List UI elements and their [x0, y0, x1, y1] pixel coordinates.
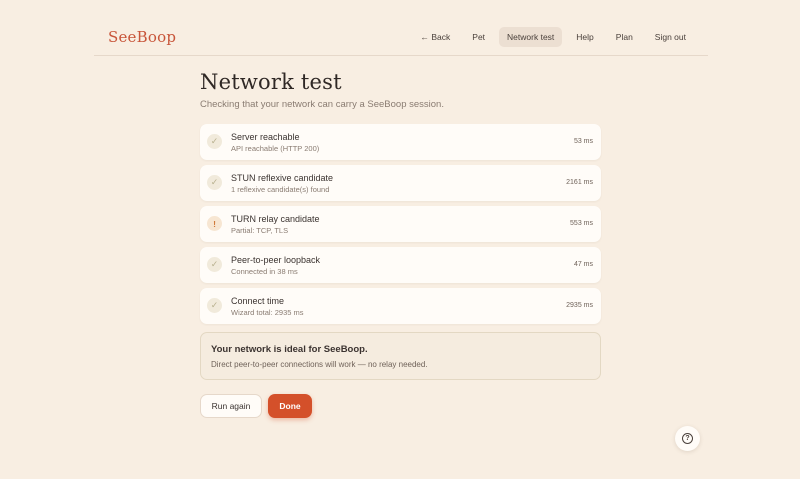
check-time: 53 ms: [573, 138, 593, 145]
check-name: Peer-to-peer loopback: [231, 255, 321, 265]
question-icon: ?: [682, 433, 693, 444]
done-button[interactable]: Done: [268, 394, 312, 418]
check-time: 553 ms: [570, 220, 593, 227]
check-detail: Partial: TCP, TLS: [231, 226, 289, 235]
nav-item-plan[interactable]: Plan: [608, 27, 641, 47]
check-icon: ✓: [207, 175, 222, 190]
app-logo[interactable]: SeeBoop: [108, 28, 176, 46]
check-name: Server reachable: [231, 132, 300, 142]
check-name: STUN reflexive candidate: [231, 173, 334, 183]
check-name: TURN relay candidate: [231, 214, 320, 224]
check-detail: Connected in 38 ms: [231, 267, 298, 276]
check-item-turn: ! TURN relay candidate Partial: TCP, TLS…: [200, 206, 601, 242]
page-subtitle: Checking that your network can carry a S…: [200, 99, 444, 110]
check-name: Connect time: [231, 296, 285, 306]
verdict-panel: Your network is ideal for SeeBoop. Direc…: [200, 332, 601, 380]
nav-item-network-test[interactable]: Network test: [499, 27, 563, 47]
top-header: SeeBoop ← Back Pet Network test Help Pla…: [94, 24, 708, 56]
check-time: 2935 ms: [566, 302, 593, 309]
exclamation-icon: !: [207, 216, 222, 231]
main-content: Network test Checking that your network …: [200, 70, 601, 418]
nav-item-sign-out[interactable]: Sign out: [647, 27, 694, 47]
page-title: Network test: [200, 70, 342, 94]
check-item-p2p-loopback: ✓ Peer-to-peer loopback Connected in 38 …: [200, 247, 601, 283]
check-item-stun: ✓ STUN reflexive candidate 1 reflexive c…: [200, 165, 601, 201]
check-detail: API reachable (HTTP 200): [231, 144, 320, 153]
nav-item-pet[interactable]: Pet: [464, 27, 493, 47]
check-icon: ✓: [207, 134, 222, 149]
check-item-server-reachable: ✓ Server reachable API reachable (HTTP 2…: [200, 124, 601, 160]
check-list: ✓ Server reachable API reachable (HTTP 2…: [200, 124, 601, 324]
run-again-button[interactable]: Run again: [200, 394, 262, 418]
check-time: 2161 ms: [566, 179, 593, 186]
nav-item-help[interactable]: Help: [568, 27, 601, 47]
check-detail: 1 reflexive candidate(s) found: [231, 185, 330, 194]
verdict-title: Your network is ideal for SeeBoop.: [211, 344, 368, 355]
main-nav: ← Back Pet Network test Help Plan Sign o…: [413, 27, 694, 47]
help-button[interactable]: ?: [675, 426, 700, 451]
check-item-connect-time: ✓ Connect time Wizard total: 2935 ms 293…: [200, 288, 601, 324]
nav-back-link[interactable]: ← Back: [413, 27, 459, 47]
action-bar: Run again Done: [200, 394, 601, 418]
check-time: 47 ms: [573, 261, 593, 268]
verdict-text: Direct peer-to-peer connections will wor…: [211, 360, 428, 369]
check-detail: Wizard total: 2935 ms: [231, 308, 304, 317]
check-icon: ✓: [207, 257, 222, 272]
check-icon: ✓: [207, 298, 222, 313]
